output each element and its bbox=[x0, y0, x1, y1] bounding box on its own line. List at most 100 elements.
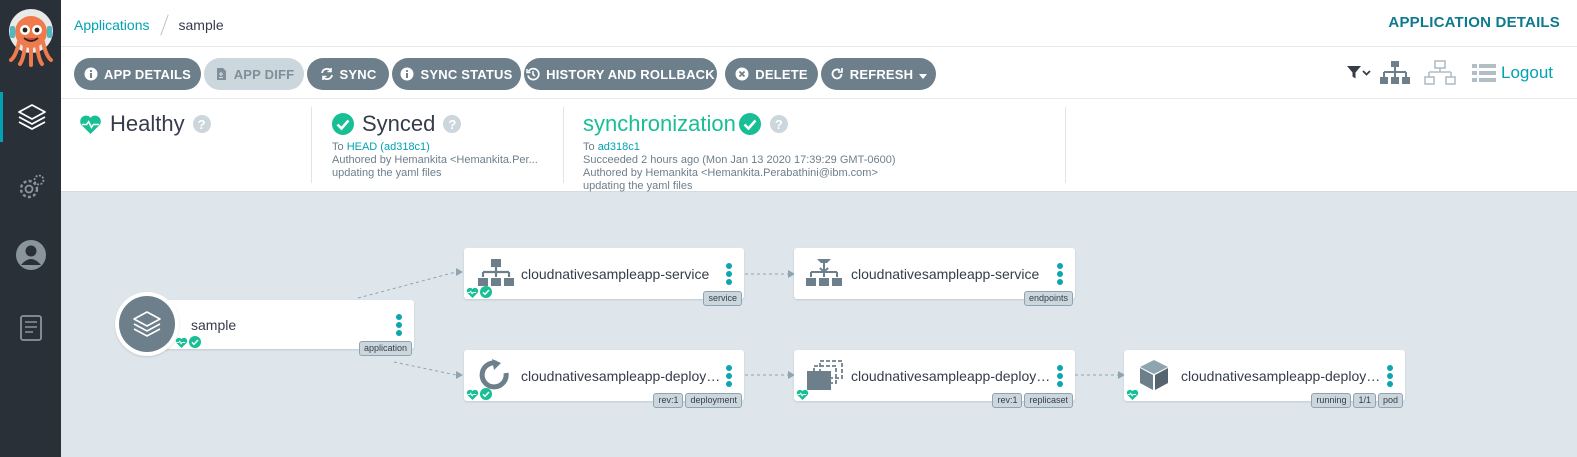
app-details-label: APP DETAILS bbox=[104, 66, 191, 82]
endpoints-node-menu-button[interactable] bbox=[1057, 263, 1063, 285]
sidebar-item-user-info[interactable] bbox=[0, 230, 61, 280]
replicaset-node-status bbox=[796, 389, 809, 400]
health-label: Healthy bbox=[110, 111, 185, 136]
logout-link[interactable]: Logout bbox=[1501, 63, 1553, 83]
replicaset-node-menu-button[interactable] bbox=[1057, 365, 1063, 387]
network-view-button[interactable] bbox=[1424, 60, 1456, 86]
sync-revision-link[interactable]: HEAD (ad318c1) bbox=[347, 141, 430, 153]
pod-node-menu-button[interactable] bbox=[1387, 365, 1393, 387]
file-diff-icon bbox=[214, 67, 228, 81]
app-node-status bbox=[175, 336, 201, 348]
refresh-label: REFRESH bbox=[849, 66, 914, 82]
sync-message: updating the yaml files bbox=[332, 167, 442, 179]
delete-label: DELETE bbox=[755, 66, 808, 82]
tag: application bbox=[358, 341, 412, 356]
tag: deployment bbox=[685, 393, 742, 408]
sync-help-icon[interactable]: ? bbox=[443, 115, 462, 133]
breadcrumb-separator bbox=[159, 14, 169, 36]
deployment-node-tags: rev:1 deployment bbox=[653, 393, 742, 408]
check-circle-icon bbox=[480, 388, 492, 400]
heart-pulse-icon bbox=[80, 115, 101, 134]
sync-label: Synced bbox=[362, 111, 436, 136]
page-title: APPLICATION DETAILS bbox=[1388, 14, 1560, 31]
sync-icon bbox=[320, 67, 334, 81]
pod-node[interactable]: cloudnativesampleapp-deploymen... runnin… bbox=[1124, 350, 1405, 408]
sync-status: Synced ? To HEAD (ad318c1) Authored by H… bbox=[332, 107, 564, 183]
replicaset-node[interactable]: cloudnativesampleapp-deploymen... rev:1 … bbox=[794, 350, 1075, 408]
operation-revision-link[interactable]: ad318c1 bbox=[598, 141, 640, 153]
sync-author: Authored by Hemankita <Hemankita.Per... bbox=[332, 154, 538, 166]
info-icon bbox=[400, 67, 414, 81]
sync-button[interactable]: SYNC bbox=[307, 58, 389, 90]
service-node-name: cloudnativesampleapp-service bbox=[521, 266, 710, 282]
deployment-node-name: cloudnativesampleapp-deployment bbox=[521, 368, 721, 384]
deployment-node[interactable]: cloudnativesampleapp-deployment rev:1 de… bbox=[464, 350, 744, 408]
list-view-button[interactable] bbox=[1471, 60, 1497, 86]
top-bar: Applications sample APPLICATION DETAILS bbox=[61, 0, 1577, 47]
operation-to-prefix: To bbox=[583, 141, 595, 153]
heart-pulse-icon bbox=[796, 389, 809, 400]
history-rollback-label: HISTORY AND ROLLBACK bbox=[546, 66, 715, 82]
endpoints-icon bbox=[806, 259, 842, 286]
check-circle-icon bbox=[189, 336, 201, 348]
health-help-icon[interactable]: ? bbox=[192, 115, 211, 133]
caret-down-icon bbox=[919, 67, 928, 82]
network-icon bbox=[1424, 60, 1456, 85]
check-circle-icon bbox=[332, 113, 354, 135]
delete-button[interactable]: DELETE bbox=[725, 58, 818, 90]
docs-icon bbox=[19, 315, 42, 341]
tag: pod bbox=[1377, 393, 1403, 408]
check-circle-icon bbox=[738, 113, 761, 135]
refresh-icon bbox=[830, 67, 844, 81]
app-node-menu-button[interactable] bbox=[396, 314, 402, 336]
history-rollback-button[interactable]: HISTORY AND ROLLBACK bbox=[524, 58, 717, 90]
info-icon bbox=[84, 67, 98, 81]
breadcrumb-applications-link[interactable]: Applications bbox=[74, 17, 150, 33]
cube-icon bbox=[1140, 360, 1168, 390]
tag: rev:1 bbox=[653, 393, 684, 408]
toolbar: APP DETAILS APP DIFF SYNC SYNC STATUS HI… bbox=[61, 47, 1577, 99]
deployment-node-menu-button[interactable] bbox=[726, 365, 732, 387]
deployment-node-status bbox=[466, 388, 492, 400]
service-node[interactable]: cloudnativesampleapp-service service bbox=[464, 248, 744, 306]
history-icon bbox=[526, 67, 540, 81]
refresh-button[interactable]: REFRESH bbox=[821, 58, 936, 90]
app-details-button[interactable]: APP DETAILS bbox=[74, 58, 201, 90]
service-node-tags: service bbox=[703, 291, 742, 306]
sync-status-label: SYNC STATUS bbox=[420, 66, 513, 82]
endpoints-node-name: cloudnativesampleapp-service bbox=[851, 266, 1040, 282]
tree-view-button[interactable] bbox=[1379, 60, 1411, 86]
close-circle-icon bbox=[735, 67, 749, 81]
sidebar-item-docs[interactable] bbox=[0, 303, 61, 353]
app-node-name: sample bbox=[191, 317, 237, 333]
sidebar bbox=[0, 0, 61, 457]
sidebar-item-applications[interactable] bbox=[0, 92, 61, 142]
sync-to-prefix: To bbox=[332, 141, 344, 153]
app-diff-button[interactable]: APP DIFF bbox=[204, 58, 304, 90]
deployment-icon bbox=[479, 359, 509, 390]
replicaset-icon bbox=[807, 360, 843, 390]
operation-status: synchronization ? To ad318c1 Succeeded 2… bbox=[583, 107, 1066, 192]
tag: rev:1 bbox=[992, 393, 1023, 408]
app-diff-label: APP DIFF bbox=[233, 66, 295, 82]
pod-node-tags: running 1/1 pod bbox=[1311, 393, 1403, 408]
breadcrumb: Applications sample bbox=[74, 14, 224, 36]
heart-pulse-icon bbox=[1126, 389, 1139, 400]
service-node-status bbox=[466, 286, 492, 298]
gear-icon bbox=[19, 174, 44, 199]
argo-logo[interactable] bbox=[8, 8, 54, 68]
service-node-menu-button[interactable] bbox=[726, 263, 732, 285]
endpoints-node[interactable]: cloudnativesampleapp-service endpoints bbox=[794, 248, 1075, 306]
sidebar-item-settings[interactable] bbox=[0, 162, 61, 212]
sync-label: SYNC bbox=[339, 66, 377, 82]
heart-pulse-icon bbox=[175, 337, 188, 348]
pod-node-status bbox=[1126, 389, 1139, 400]
sync-status-button[interactable]: SYNC STATUS bbox=[392, 58, 521, 90]
filter-toggle[interactable] bbox=[1346, 60, 1372, 86]
sitemap-icon bbox=[478, 259, 514, 286]
filter-icon bbox=[1347, 66, 1371, 79]
replicaset-node-name: cloudnativesampleapp-deploymen... bbox=[851, 368, 1051, 384]
status-panel: Healthy ? Synced ? To HEAD (ad318c1) Aut… bbox=[61, 99, 1577, 192]
resource-graph: sample application cloudnativesampleapp-… bbox=[61, 192, 1577, 457]
operation-help-icon[interactable]: ? bbox=[769, 115, 788, 133]
